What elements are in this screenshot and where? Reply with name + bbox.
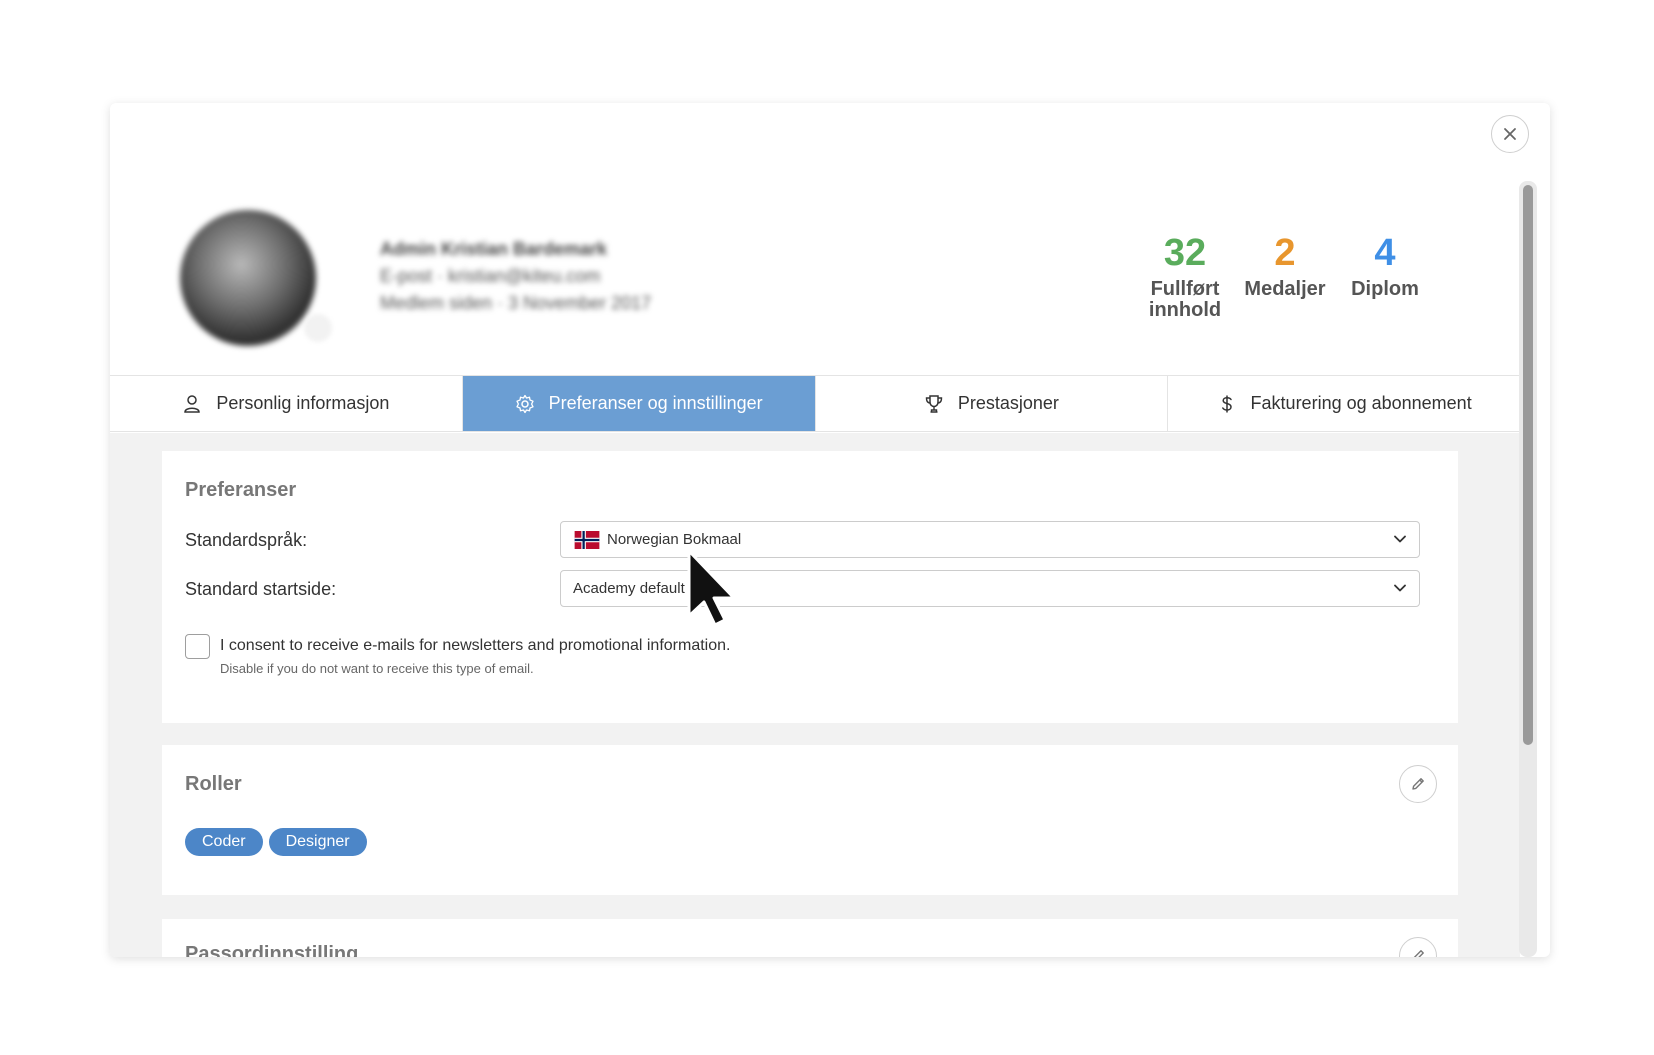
tab-achievements[interactable]: Prestasjoner xyxy=(816,376,1169,431)
stat-diplomas-value: 4 xyxy=(1374,232,1396,274)
password-card: Passordinnstilling xyxy=(162,919,1458,957)
tab-achievements-label: Prestasjoner xyxy=(957,393,1059,413)
dollar-icon xyxy=(1221,395,1232,412)
scrollbar-thumb[interactable] xyxy=(1523,185,1533,745)
role-tag: Designer xyxy=(268,828,367,856)
tab-billing[interactable]: Fakturering og abonnement xyxy=(1168,376,1520,431)
language-select-value: Norwegian Bokmaal xyxy=(607,531,742,548)
trophy-icon xyxy=(925,394,943,413)
role-tag: Coder xyxy=(185,828,263,856)
stat-medals-value: 2 xyxy=(1274,232,1296,274)
edit-password-button[interactable] xyxy=(1399,937,1437,957)
tab-preferences[interactable]: Preferanser og innstillinger xyxy=(462,376,816,431)
preferences-title: Preferanser xyxy=(185,479,297,501)
stat-completed-label: Fullført innhold xyxy=(1148,278,1222,321)
stat-medals-label: Medaljer xyxy=(1244,278,1326,300)
user-member-since: Medlem siden · 3 November 2017 xyxy=(380,293,652,313)
user-icon xyxy=(184,394,201,413)
user-name: Admin Kristian Bardemark xyxy=(380,239,608,259)
avatar xyxy=(180,210,316,346)
chevron-down-icon xyxy=(1394,584,1406,592)
gear-icon xyxy=(515,394,534,413)
roles-card: Roller Coder Designer xyxy=(162,745,1458,895)
stat-diplomas-label: Diplom xyxy=(1351,278,1419,300)
startpage-select-value: Academy default xyxy=(573,580,685,597)
roles-title: Roller xyxy=(185,773,242,795)
profile-header: Admin Kristian Bardemark E-post · kristi… xyxy=(110,103,1520,376)
stat-diplomas: 4 Diplom xyxy=(1335,231,1435,321)
stat-medals: 2 Medaljer xyxy=(1235,231,1335,321)
preferences-card: Preferanser Standardspråk: Norwegian Bok… xyxy=(162,451,1458,723)
avatar-edit-icon[interactable] xyxy=(304,314,332,342)
edit-roles-button[interactable] xyxy=(1399,765,1437,803)
tab-personal-info-label: Personlig informasjon xyxy=(216,393,390,413)
language-label: Standardspråk: xyxy=(185,530,308,550)
tab-preferences-label: Preferanser og innstillinger xyxy=(548,393,763,413)
consent-text: I consent to receive e-mails for newslet… xyxy=(220,637,731,654)
pencil-icon xyxy=(1413,950,1424,957)
chevron-down-icon xyxy=(1394,535,1406,543)
tab-billing-label: Fakturering og abonnement xyxy=(1250,393,1472,413)
user-email: E-post · kristian@kiteu.com xyxy=(380,266,601,286)
tab-content: Preferanser Standardspråk: Norwegian Bok… xyxy=(110,433,1520,957)
scrollbar[interactable] xyxy=(1519,181,1537,957)
pencil-icon xyxy=(1412,778,1424,790)
mouse-cursor-icon xyxy=(687,549,736,627)
consent-checkbox[interactable] xyxy=(185,634,210,659)
password-title: Passordinnstilling xyxy=(185,943,359,957)
norway-flag-icon xyxy=(574,530,600,549)
startpage-label: Standard startside: xyxy=(185,579,337,599)
user-info: Admin Kristian Bardemark E-post · kristi… xyxy=(380,236,651,317)
profile-modal: Admin Kristian Bardemark E-post · kristi… xyxy=(110,103,1550,957)
consent-hint: Disable if you do not want to receive th… xyxy=(220,661,534,676)
tab-personal-info[interactable]: Personlig informasjon xyxy=(110,376,463,431)
stat-completed: 32 Fullført innhold xyxy=(1135,231,1235,321)
stats: 32 Fullført innhold 2 Medaljer 4 Diplom xyxy=(1135,231,1435,321)
stat-completed-value: 32 xyxy=(1163,232,1207,274)
tab-bar: Personlig informasjon Preferanser og inn… xyxy=(110,375,1520,432)
role-tags: Coder Designer xyxy=(185,828,367,856)
